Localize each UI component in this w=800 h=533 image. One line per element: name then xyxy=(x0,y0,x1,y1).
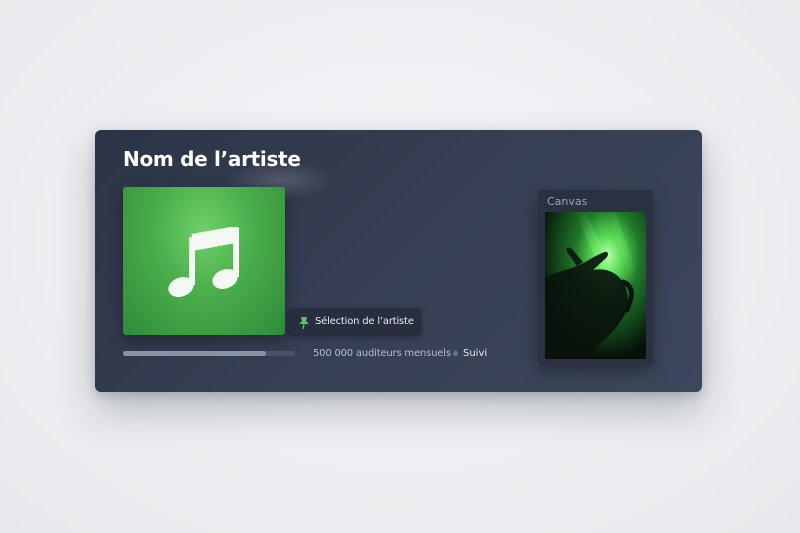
canvas-hand-image xyxy=(545,212,646,359)
album-cover[interactable] xyxy=(123,187,285,335)
separator-dot xyxy=(453,351,458,356)
page-background: Nom de l’artiste Sélection de l’artiste xyxy=(0,0,800,533)
artist-card: Nom de l’artiste Sélection de l’artiste xyxy=(95,130,702,392)
canvas-video-thumbnail[interactable] xyxy=(545,212,646,359)
progress-bar[interactable] xyxy=(123,351,295,356)
monthly-listeners: 500 000 auditeurs mensuels xyxy=(313,348,451,359)
pin-icon xyxy=(297,315,311,329)
artist-name-title: Nom de l’artiste xyxy=(123,147,301,171)
artist-pick-badge[interactable]: Sélection de l’artiste xyxy=(288,308,421,335)
follow-button[interactable]: Suivi xyxy=(463,348,487,359)
music-note-icon xyxy=(168,227,239,297)
canvas-title: Canvas xyxy=(547,195,588,208)
canvas-panel[interactable]: Canvas xyxy=(538,190,653,365)
artist-pick-label: Sélection de l’artiste xyxy=(315,316,414,327)
progress-bar-fill xyxy=(123,351,266,356)
